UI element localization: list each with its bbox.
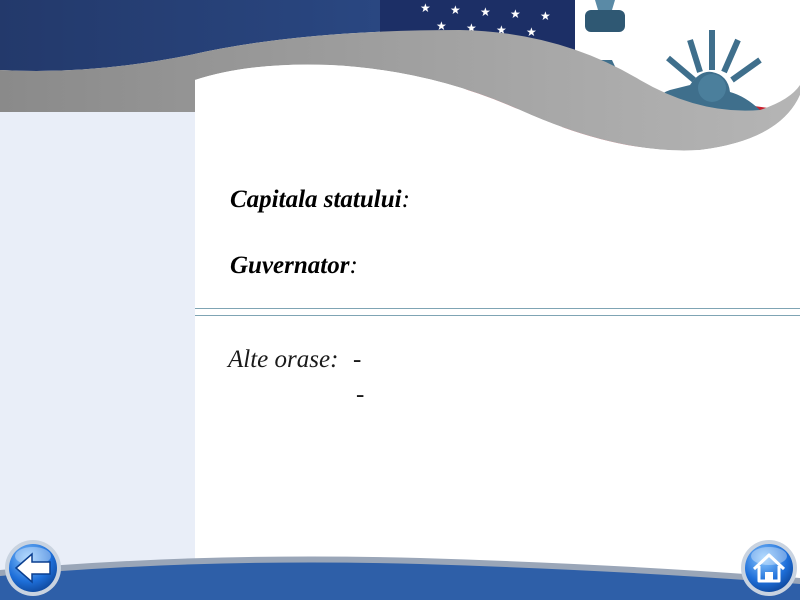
governor-label: Guvernator:: [230, 252, 358, 280]
svg-text:★: ★: [540, 9, 551, 23]
other-city-item: -: [356, 381, 365, 408]
slide: ★★★★★ ★★★★ ★★★★ Capitala statului: Guver…: [0, 0, 800, 600]
svg-text:★: ★: [450, 3, 461, 17]
svg-text:★: ★: [526, 25, 537, 39]
svg-text:★: ★: [480, 5, 491, 19]
other-city-item: -: [353, 346, 362, 373]
header-banner: ★★★★★ ★★★★ ★★★★: [0, 0, 800, 160]
section-divider: [195, 308, 800, 316]
svg-text:★: ★: [510, 7, 521, 21]
home-button[interactable]: [740, 539, 798, 597]
back-button[interactable]: [4, 539, 62, 597]
governor-label-colon: :: [349, 252, 358, 279]
capital-label: Capitala statului:: [230, 186, 410, 214]
capital-label-colon: :: [401, 186, 410, 213]
capital-label-text: Capitala statului: [230, 186, 402, 213]
svg-text:★: ★: [420, 1, 431, 15]
other-cities-label: Alte orase:: [228, 346, 339, 373]
footer-banner: [0, 556, 800, 600]
governor-label-text: Guvernator: [230, 252, 350, 279]
